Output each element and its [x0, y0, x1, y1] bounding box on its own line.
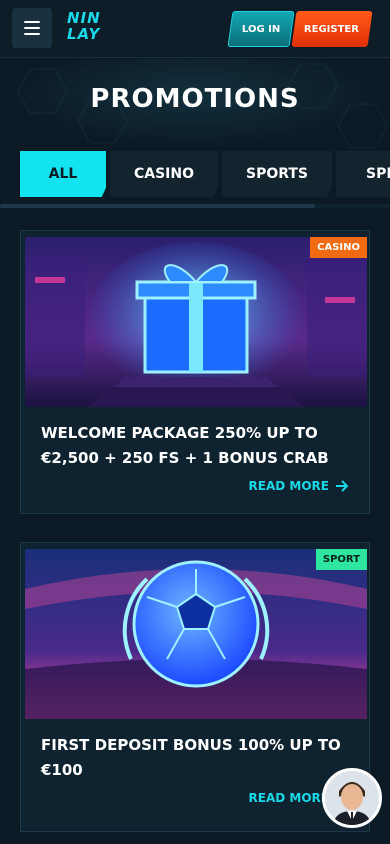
support-agent-avatar[interactable]	[322, 768, 382, 828]
tab-sports[interactable]: SPORTS	[222, 151, 332, 197]
tabs-scrollbar-thumb[interactable]	[0, 204, 315, 208]
gift-box-illustration	[25, 237, 367, 407]
login-button[interactable]: LOG IN	[227, 11, 295, 47]
promo-card-welcome[interactable]: CASINO WELCOME PACKAGE 250% UP TO €2,500…	[20, 230, 370, 514]
soccer-ball-illustration	[25, 549, 367, 719]
promo-image-gift: CASINO	[25, 237, 367, 407]
brand-logo[interactable]: NIN LAY	[67, 10, 115, 46]
tab-all[interactable]: ALL	[20, 151, 106, 197]
promo-title: WELCOME PACKAGE 250% UP TO €2,500 + 250 …	[41, 424, 329, 467]
badge-sport: SPORT	[315, 549, 367, 570]
tab-casino[interactable]: CASINO	[110, 151, 218, 197]
site-header: NIN LAY LOG IN REGISTER	[0, 0, 390, 58]
read-more-link[interactable]: READ MORE	[249, 479, 349, 493]
agent-portrait	[325, 771, 379, 825]
hamburger-icon	[24, 21, 40, 23]
menu-button[interactable]	[12, 8, 52, 48]
promo-card-first-deposit[interactable]: SPORT FIRST DEPOSIT BONUS 100% UP TO €10…	[20, 542, 370, 832]
promotion-tabs: ALL CASINO SPORTS SPE	[20, 151, 390, 197]
arrow-right-icon	[336, 480, 349, 492]
badge-casino: CASINO	[310, 237, 367, 258]
promo-title: FIRST DEPOSIT BONUS 100% UP TO €100	[41, 736, 341, 779]
page-title: PROMOTIONS	[90, 84, 300, 114]
register-button[interactable]: REGISTER	[291, 11, 373, 47]
promo-image-ball: SPORT	[25, 549, 367, 719]
tab-specials[interactable]: SPE	[336, 151, 390, 197]
